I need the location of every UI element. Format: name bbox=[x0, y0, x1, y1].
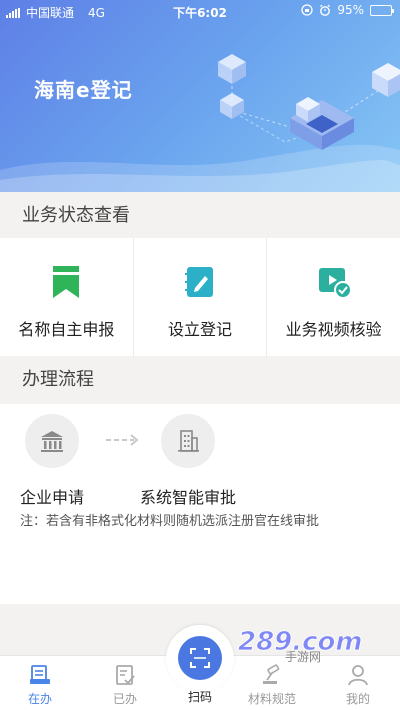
status-right: 95% bbox=[301, 3, 394, 17]
battery-percent: 95% bbox=[337, 3, 364, 17]
process-note: 注：若含有非格式化材料则随机选派注册官在线审批 bbox=[20, 514, 320, 529]
watermark-text: 手游网 bbox=[285, 650, 322, 664]
building-icon bbox=[161, 414, 215, 468]
section-title-process: 办理流程 bbox=[22, 369, 94, 390]
action-label: 名称自主申报 bbox=[18, 320, 115, 339]
done-icon bbox=[116, 665, 135, 685]
battery-icon bbox=[370, 4, 394, 16]
bank-icon bbox=[25, 414, 79, 468]
video-verification-button[interactable]: 业务视频核验 bbox=[267, 238, 400, 356]
section-title-status: 业务状态查看 bbox=[22, 205, 130, 226]
gavel-icon bbox=[263, 664, 280, 684]
alarm-icon bbox=[320, 4, 331, 16]
process-panel: 企业申请 系统智能审批 注：若含有非格式化材料则随机选派注册官在线审批 bbox=[0, 404, 400, 604]
scan-icon bbox=[190, 648, 210, 668]
action-label: 业务视频核验 bbox=[285, 320, 382, 339]
in-progress-icon bbox=[30, 665, 50, 684]
profile-icon bbox=[348, 665, 368, 686]
bookmark-icon bbox=[46, 262, 86, 302]
quick-actions: 名称自主申报 设立登记 业务视频核验 bbox=[0, 238, 400, 356]
status-bar: 中国联通 4G 下午6:02 95% bbox=[0, 0, 400, 22]
header-banner: 中国联通 4G 下午6:02 95% 海南e登记 bbox=[0, 0, 400, 192]
scan-label: 扫码 bbox=[187, 690, 212, 704]
step-system-approval: 系统智能审批 bbox=[140, 414, 236, 508]
scan-button[interactable] bbox=[178, 636, 222, 680]
name-declaration-button[interactable]: 名称自主申报 bbox=[0, 238, 134, 356]
step-label: 系统智能审批 bbox=[140, 488, 237, 507]
rotation-lock-icon bbox=[301, 4, 313, 16]
step-label: 企业申请 bbox=[20, 488, 85, 507]
app-title: 海南e登记 bbox=[34, 78, 133, 102]
action-label: 设立登记 bbox=[168, 320, 233, 339]
video-check-icon bbox=[314, 262, 354, 302]
edit-note-icon bbox=[180, 262, 220, 302]
setup-registration-button[interactable]: 设立登记 bbox=[134, 238, 268, 356]
step-enterprise-apply: 企业申请 bbox=[20, 414, 84, 508]
dashed-arrow-icon bbox=[106, 434, 139, 446]
